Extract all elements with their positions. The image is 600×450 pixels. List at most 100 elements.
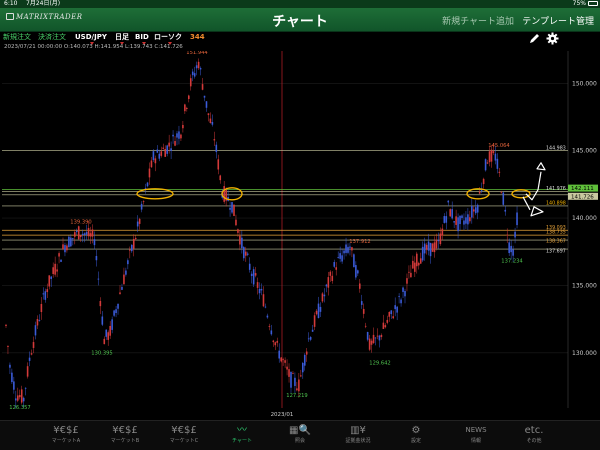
- candle-body: [44, 291, 47, 300]
- candle-body: [52, 267, 54, 274]
- candle-body: [305, 351, 308, 355]
- candle-body: [437, 239, 440, 242]
- candle-body: [231, 202, 233, 213]
- tab-label: チャート: [232, 438, 252, 444]
- new-order-button[interactable]: 新規注文: [3, 33, 31, 42]
- candle-body: [331, 275, 334, 281]
- candle-body: [429, 242, 432, 257]
- candle-body: [494, 153, 497, 161]
- candle-body: [34, 325, 37, 336]
- tab-market-c[interactable]: ¥€$£ マーケットC: [154, 423, 214, 445]
- candle-body: [191, 71, 194, 76]
- candle-body: [490, 149, 493, 162]
- tab-settings[interactable]: ⚙ 設定: [386, 423, 446, 445]
- candle-body: [22, 397, 25, 402]
- currency-pair-select[interactable]: USD/JPY: [75, 33, 107, 42]
- candle-body: [478, 191, 481, 194]
- candle-body: [325, 284, 328, 287]
- candle-body: [77, 226, 80, 240]
- candle-body: [91, 229, 94, 237]
- add-chart-button[interactable]: 新規チャート追加: [442, 14, 514, 27]
- candle-body: [388, 311, 391, 317]
- candle-body: [280, 357, 282, 362]
- tab-news[interactable]: NEWS 情報: [446, 423, 506, 445]
- candle-body: [237, 229, 239, 233]
- candle-count[interactable]: 344: [190, 33, 205, 42]
- candle-body: [516, 212, 518, 226]
- candle-body: [132, 238, 135, 249]
- candle-body: [364, 325, 367, 327]
- candle-body: [313, 315, 316, 327]
- pencil-icon[interactable]: [528, 32, 541, 45]
- candle-body: [187, 95, 190, 100]
- candle-body: [111, 319, 113, 330]
- candle-body: [9, 364, 11, 368]
- candle-body: [219, 175, 222, 181]
- candle-body: [246, 253, 249, 255]
- tab-margin[interactable]: ▥¥ 証拠金状況: [328, 423, 388, 445]
- chart-icon: 〰: [237, 425, 247, 436]
- candle-body: [323, 294, 326, 297]
- candle-body: [244, 251, 247, 256]
- candle-body: [467, 214, 469, 225]
- candle-body: [40, 303, 43, 313]
- level-label: 141.976: [546, 186, 566, 192]
- settle-order-button[interactable]: 決済注文: [38, 33, 66, 42]
- candle-body: [335, 267, 338, 270]
- tab-label: マーケットB: [110, 438, 140, 444]
- price-chart[interactable]: 151.944 145.064 139.390 137.912 126.357 130.3…: [0, 51, 600, 420]
- candle-body: [453, 221, 455, 223]
- candle-body: [476, 204, 479, 213]
- candle-body: [282, 359, 284, 361]
- price-type-select[interactable]: BID: [135, 33, 149, 42]
- template-manage-button[interactable]: テンプレート管理: [522, 14, 594, 27]
- candle-body: [233, 204, 235, 216]
- market-b-icon: ¥€$£: [112, 425, 138, 436]
- candle-body: [176, 133, 178, 138]
- candle-body: [15, 398, 17, 401]
- candle-body: [83, 233, 86, 236]
- y-tick-label: 145.000: [572, 148, 597, 155]
- period-select[interactable]: 日足: [115, 33, 129, 42]
- candle-body: [28, 357, 31, 361]
- candle-body: [160, 151, 163, 156]
- etc-icon: etc.: [524, 425, 544, 436]
- candle-body: [97, 278, 100, 280]
- candle-body: [386, 319, 389, 323]
- candle-body: [129, 249, 131, 251]
- candle-body: [392, 316, 395, 319]
- candle-body: [250, 273, 253, 276]
- candle-body: [353, 254, 355, 268]
- candle-body: [510, 245, 512, 253]
- annotation-circle: [511, 189, 531, 199]
- candle-body: [26, 366, 29, 377]
- tab-market-a[interactable]: ¥€$£ マーケットA: [36, 423, 96, 445]
- tab-inquiry[interactable]: ▦🔍 照会: [270, 423, 330, 445]
- candle-body: [380, 334, 383, 338]
- arrow-down-icon: [522, 196, 531, 211]
- chart-grid: [2, 83, 568, 354]
- chart-type-select[interactable]: ローソク: [154, 33, 182, 42]
- tab-chart[interactable]: 〰チャート: [212, 423, 272, 445]
- level-label: 137.697: [546, 249, 566, 255]
- status-bar: 6:10 7月24日(月) 75%: [0, 0, 600, 8]
- candle-body: [46, 289, 49, 293]
- candle-body: [260, 288, 263, 291]
- candle-body: [168, 142, 170, 147]
- arrowhead-up-icon: [536, 162, 546, 171]
- candle-body: [89, 233, 92, 237]
- peak-label: 139.390: [70, 219, 91, 225]
- candle-body: [402, 287, 404, 292]
- candle-body: [414, 262, 416, 272]
- candle-body: [415, 253, 418, 267]
- y-axis: 150.000 145.000 140.000 135.000 130.000: [572, 80, 597, 356]
- candle-body: [300, 375, 302, 377]
- gear-icon[interactable]: [546, 32, 559, 45]
- tab-etc[interactable]: etc. その他: [504, 423, 564, 445]
- tab-market-b[interactable]: ¥€$£ マーケットB: [95, 423, 155, 445]
- candle-body: [445, 216, 448, 223]
- candle-body: [205, 101, 208, 108]
- candle-body: [484, 159, 487, 171]
- candle-body: [243, 247, 245, 259]
- candle-body: [134, 237, 137, 240]
